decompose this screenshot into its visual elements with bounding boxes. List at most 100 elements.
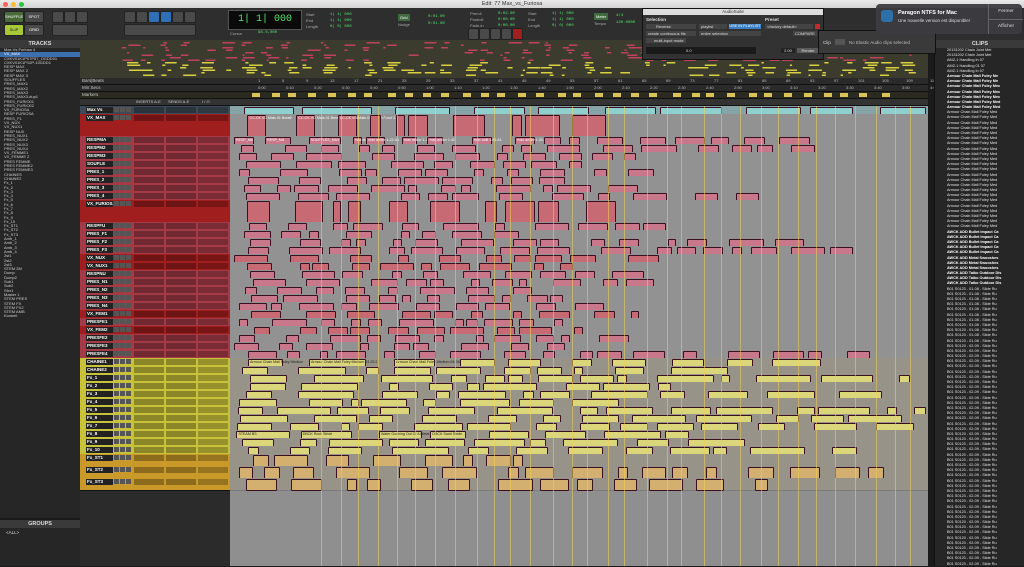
marker-flag[interactable] [388, 93, 396, 97]
track-io-selector[interactable] [198, 169, 228, 175]
track-inserts-slot[interactable] [134, 247, 164, 253]
audio-clip[interactable] [348, 201, 362, 223]
marker-flag[interactable] [784, 93, 792, 97]
track-name[interactable]: PRESFE4 [86, 351, 113, 357]
mute-button[interactable] [126, 431, 131, 436]
marker-flag[interactable] [706, 93, 714, 97]
solo-button[interactable] [120, 303, 125, 308]
record-enable-button[interactable] [114, 431, 119, 436]
solo-button[interactable] [120, 145, 125, 150]
track-io-selector[interactable] [198, 335, 228, 341]
track-inserts-slot[interactable] [134, 223, 164, 229]
marker-flag[interactable] [749, 93, 757, 97]
track-name[interactable]: PRES_N4 [86, 303, 113, 309]
track-name[interactable]: RESPFU [86, 223, 113, 229]
mute-button[interactable] [126, 479, 131, 484]
mute-button[interactable] [126, 391, 131, 396]
solo-button[interactable] [120, 455, 125, 460]
mute-button[interactable] [126, 327, 131, 332]
track-inserts-slot[interactable] [166, 185, 196, 191]
solo-button[interactable] [120, 343, 125, 348]
record-enable-button[interactable] [114, 311, 119, 316]
solo-button[interactable] [120, 255, 125, 260]
handle-value[interactable]: 2.00 [781, 48, 795, 53]
track-inserts-slot[interactable] [134, 467, 164, 473]
track-io-selector[interactable] [198, 423, 228, 429]
track-inserts-slot[interactable] [134, 335, 164, 341]
solo-button[interactable] [120, 447, 125, 452]
track-inserts-slot[interactable] [134, 153, 164, 159]
track-inserts-slot[interactable] [134, 375, 164, 381]
solo-button[interactable] [120, 295, 125, 300]
track-io-selector[interactable] [198, 295, 228, 301]
track-io-selector[interactable] [198, 271, 228, 277]
record-icon[interactable] [512, 28, 523, 40]
record-enable-button[interactable] [114, 467, 119, 472]
record-enable-button[interactable] [114, 223, 119, 228]
solo-button[interactable] [120, 137, 125, 142]
marker-flag[interactable] [518, 93, 526, 97]
track-inserts-slot[interactable] [134, 447, 164, 453]
mute-button[interactable] [126, 271, 131, 276]
track-inserts-slot[interactable] [134, 295, 164, 301]
mute-button[interactable] [126, 201, 131, 206]
track-inserts-slot[interactable] [166, 153, 196, 159]
track-name[interactable]: PRES_N2 [86, 287, 113, 293]
track-name[interactable]: VX_MAX [86, 115, 113, 121]
record-enable-button[interactable] [114, 161, 119, 166]
solo-button[interactable] [120, 467, 125, 472]
track-inserts-slot[interactable] [166, 391, 196, 397]
rewind-icon[interactable] [468, 28, 479, 40]
marker-flag[interactable] [328, 93, 336, 97]
track-inserts-slot[interactable] [166, 223, 196, 229]
track-inserts-slot[interactable] [166, 351, 196, 357]
track-inserts-slot[interactable] [134, 439, 164, 445]
track-name[interactable]: CHAINE1 [86, 359, 113, 365]
track-inserts-slot[interactable] [134, 193, 164, 199]
multi-input-select[interactable]: multi-input mode [646, 38, 686, 43]
record-enable-button[interactable] [114, 383, 119, 388]
marker-flag[interactable] [840, 93, 848, 97]
solo-button[interactable] [120, 247, 125, 252]
mute-button[interactable] [126, 367, 131, 372]
audio-clip[interactable] [448, 479, 471, 491]
slip-mode-button[interactable]: SLIP [4, 24, 24, 36]
track-inserts-slot[interactable] [134, 479, 164, 485]
record-enable-button[interactable] [114, 193, 119, 198]
track-name[interactable]: PRES_1 [86, 169, 113, 175]
notification-show-button[interactable]: Afficher [988, 19, 1023, 34]
track-name[interactable]: RESPM2 [86, 145, 113, 151]
record-enable-button[interactable] [114, 351, 119, 356]
track-inserts-slot[interactable] [134, 407, 164, 413]
marker-flag[interactable] [882, 93, 890, 97]
marker-flag[interactable] [423, 93, 431, 97]
mute-button[interactable] [126, 311, 131, 316]
record-enable-button[interactable] [114, 407, 119, 412]
track-inserts-slot[interactable] [166, 177, 196, 183]
marker-flag[interactable] [348, 93, 356, 97]
track-inserts-slot[interactable] [166, 115, 196, 121]
record-enable-button[interactable] [114, 279, 119, 284]
solo-button[interactable] [120, 263, 125, 268]
track-io-selector[interactable] [198, 185, 228, 191]
mute-button[interactable] [126, 439, 131, 444]
solo-button[interactable] [120, 319, 125, 324]
mute-button[interactable] [126, 145, 131, 150]
track-io-selector[interactable] [198, 383, 228, 389]
track-name[interactable]: VX_FURIOSA [86, 201, 113, 207]
track-name[interactable]: PRES_2 [86, 177, 113, 183]
record-enable-button[interactable] [114, 295, 119, 300]
use-in-playlist-button[interactable]: USE IN PLAYLIST [729, 24, 761, 29]
record-enable-button[interactable] [114, 367, 119, 372]
mute-button[interactable] [126, 193, 131, 198]
track-name[interactable]: PRESFE1 [86, 319, 113, 325]
record-enable-button[interactable] [114, 107, 119, 112]
track-io-selector[interactable] [198, 375, 228, 381]
marker-flag[interactable] [252, 93, 260, 97]
track-io-selector[interactable] [198, 479, 228, 485]
audio-clip[interactable] [577, 479, 593, 491]
record-enable-button[interactable] [114, 375, 119, 380]
track-inserts-slot[interactable] [134, 311, 164, 317]
marker-flag[interactable] [573, 93, 581, 97]
track-inserts-slot[interactable] [134, 185, 164, 191]
